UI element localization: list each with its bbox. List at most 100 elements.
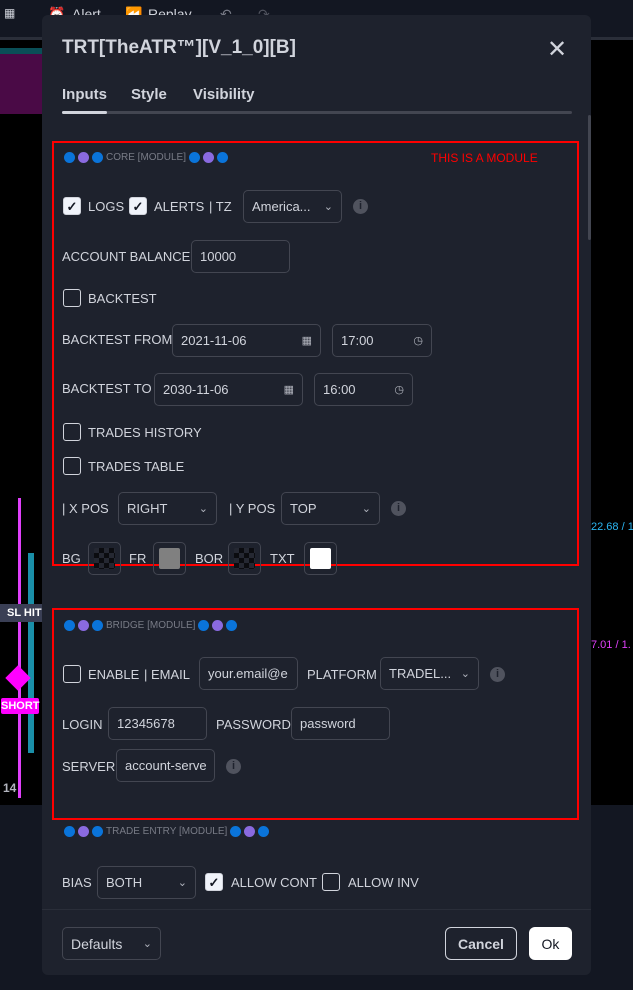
txt-color-swatch[interactable] (304, 542, 337, 575)
date-value: 2030-11-06 (163, 382, 229, 397)
chevron-down-icon: ⌄ (198, 503, 208, 515)
bor-label: BOR (195, 551, 224, 566)
chevron-down-icon: ⌄ (177, 877, 187, 889)
clock-icon: ◷ (394, 384, 404, 396)
cancel-button[interactable]: Cancel (445, 927, 517, 960)
price-label: 22.68 / 1 (591, 521, 633, 533)
close-icon[interactable]: ✕ (547, 35, 567, 64)
bg-label: BG (62, 551, 81, 566)
txt-label: TXT (270, 551, 295, 566)
y-pos-label: | Y POS (229, 501, 276, 516)
ok-button[interactable]: Ok (529, 927, 572, 960)
y-pos-select[interactable]: TOP ⌄ (281, 492, 380, 525)
dialog-title: TRT[TheATR™][V_1_0][B] (62, 37, 296, 58)
y-pos-value: TOP (290, 501, 317, 516)
fr-label: FR (129, 551, 147, 566)
backtest-from-date[interactable]: 2021-11-06 ▦ (172, 324, 321, 357)
alerts-label: ALERTS (154, 199, 205, 214)
time-value: 17:00 (341, 333, 374, 348)
backtest-label: BACKTEST (88, 291, 157, 306)
defaults-label: Defaults (71, 935, 123, 952)
chevron-down-icon: ⌄ (142, 938, 152, 950)
tab-style[interactable]: Style (131, 86, 167, 103)
short-marker-icon (5, 665, 31, 691)
x-pos-value: RIGHT (127, 501, 168, 516)
trades-history-label: TRADES HISTORY (88, 425, 202, 440)
chevron-down-icon: ⌄ (323, 201, 333, 213)
allow-inv-checkbox[interactable] (322, 873, 340, 891)
footer-divider (42, 909, 591, 910)
allow-cont-label: ALLOW CONT (231, 875, 317, 890)
chevron-down-icon: ⌄ (460, 668, 470, 680)
tz-value: America... (252, 199, 311, 214)
logs-label: LOGS (88, 199, 125, 214)
login-label: LOGIN (62, 717, 103, 732)
email-input[interactable]: your.email@e (199, 657, 298, 690)
platform-select[interactable]: TRADEL... ⌄ (380, 657, 479, 690)
trades-table-checkbox[interactable] (63, 457, 81, 475)
chart-right: 22.68 / 1 7.01 / 1. (591, 43, 633, 803)
tab-inputs[interactable]: Inputs (62, 86, 107, 103)
logs-checkbox[interactable]: ✓ (63, 197, 81, 215)
enable-label: ENABLE (88, 667, 140, 682)
tab-track (62, 111, 572, 114)
info-icon[interactable]: i (353, 199, 368, 214)
clock-icon: ◷ (413, 335, 423, 347)
layout-icon[interactable]: ▦ (4, 6, 15, 20)
bg-color-swatch[interactable] (88, 542, 121, 575)
tab-indicator (62, 111, 107, 114)
allow-inv-label: ALLOW INV (348, 875, 419, 890)
bias-label: BIAS (62, 875, 92, 890)
bias-value: BOTH (106, 875, 143, 890)
allow-cont-checkbox[interactable]: ✓ (205, 873, 223, 891)
bridge-header-label: BRIDGE [MODULE] (106, 620, 196, 631)
backtest-to-date[interactable]: 2030-11-06 ▦ (154, 373, 303, 406)
account-balance-input[interactable]: 10000 (191, 240, 290, 273)
trade-entry-header-label: TRADE ENTRY [MODULE] (106, 826, 228, 837)
short-label: SHORT (1, 698, 40, 714)
bor-color-swatch[interactable] (228, 542, 261, 575)
chart-area[interactable]: SL HIT SHORT 14 (0, 43, 42, 803)
trades-table-label: TRADES TABLE (88, 459, 185, 474)
bias-select[interactable]: BOTH ⌄ (97, 866, 196, 899)
backtest-checkbox[interactable] (63, 289, 81, 307)
time-value: 16:00 (323, 382, 356, 397)
password-label: PASSWORD (216, 717, 291, 732)
account-balance-label: ACCOUNT BALANCE (62, 249, 191, 264)
price-label: 7.01 / 1. (591, 639, 631, 651)
server-label: SERVER (62, 759, 116, 774)
defaults-button[interactable]: Defaults ⌄ (62, 927, 161, 960)
date-value: 2021-11-06 (181, 333, 247, 348)
enable-checkbox[interactable] (63, 665, 81, 683)
fr-color-swatch[interactable] (153, 542, 186, 575)
info-icon[interactable]: i (490, 667, 505, 682)
trades-history-checkbox[interactable] (63, 423, 81, 441)
alerts-checkbox[interactable]: ✓ (129, 197, 147, 215)
platform-value: TRADEL... (389, 666, 452, 681)
password-input[interactable]: password (291, 707, 390, 740)
tz-select[interactable]: America... ⌄ (243, 190, 342, 223)
sl-hit-label: SL HIT (0, 604, 42, 622)
chevron-down-icon: ⌄ (361, 503, 371, 515)
bridge-header: BRIDGE [MODULE] (64, 620, 238, 631)
core-header-label: CORE [MODULE] (106, 152, 187, 163)
login-input[interactable]: 12345678 (108, 707, 207, 740)
backtest-to-label: BACKTEST TO (62, 381, 152, 396)
backtest-from-label: BACKTEST FROM (62, 332, 173, 347)
tab-visibility[interactable]: Visibility (193, 86, 254, 103)
server-input[interactable]: account-serve (116, 749, 215, 782)
trade-entry-header: TRADE ENTRY [MODULE] (64, 826, 270, 837)
platform-label: PLATFORM (307, 667, 377, 682)
email-label: | EMAIL (144, 667, 191, 682)
scrollbar[interactable] (588, 115, 591, 240)
backtest-to-time[interactable]: 16:00 ◷ (314, 373, 413, 406)
info-icon[interactable]: i (226, 759, 241, 774)
info-icon[interactable]: i (391, 501, 406, 516)
x-pos-select[interactable]: RIGHT ⌄ (118, 492, 217, 525)
backtest-from-time[interactable]: 17:00 ◷ (332, 324, 432, 357)
calendar-icon: ▦ (301, 335, 312, 347)
tz-label: | TZ (209, 199, 232, 214)
calendar-icon: ▦ (283, 384, 294, 396)
time-axis-label: 14 (3, 781, 17, 795)
core-header: CORE [MODULE] (64, 152, 229, 163)
